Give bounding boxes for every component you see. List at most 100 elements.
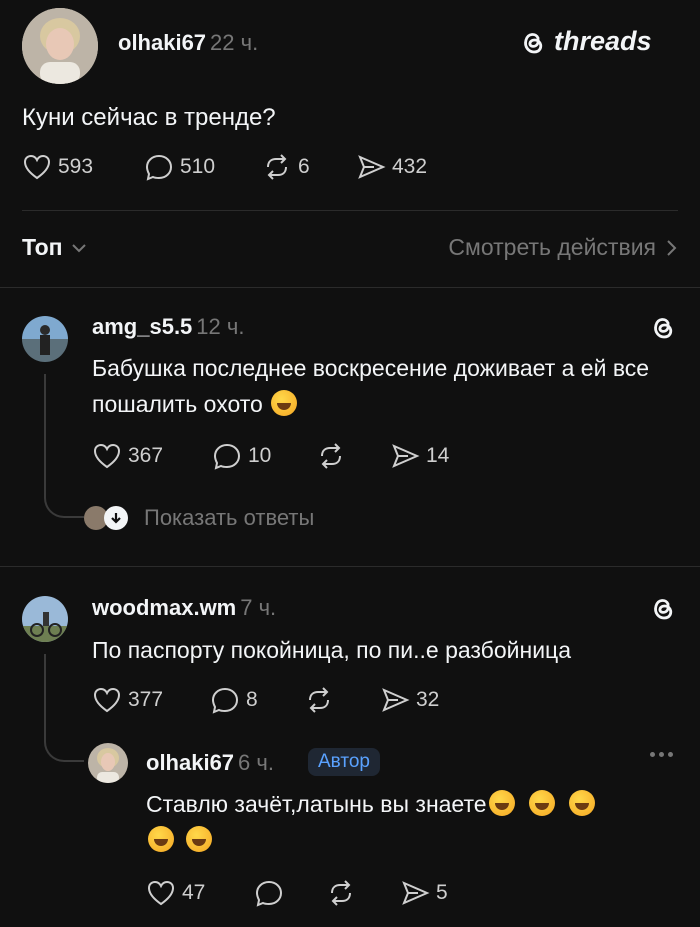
replier-avatars (84, 505, 130, 531)
post-text: Куни сейчас в тренде? (22, 104, 276, 131)
comment-avatar[interactable] (22, 316, 68, 362)
like-count: 47 (182, 881, 206, 904)
show-replies-label: Показать ответы (144, 505, 315, 530)
replies-down-icon (104, 506, 128, 530)
repost-icon (267, 154, 287, 180)
repost-button[interactable] (316, 441, 352, 471)
post-author-name[interactable]: olhaki67 (118, 30, 206, 55)
comment-button[interactable]: 8 (210, 685, 258, 715)
repost-button[interactable] (326, 878, 362, 908)
chevron-down-icon (71, 243, 86, 252)
thread-line (44, 654, 46, 738)
share-button[interactable]: 14 (390, 441, 449, 471)
sort-label: Топ (22, 234, 63, 260)
thread-line (44, 374, 46, 492)
reply-time: 6 ч. (238, 750, 274, 775)
comment-author-name[interactable]: amg_s5.5 (92, 314, 192, 339)
share-count: 5 (436, 881, 448, 904)
heart-icon (23, 154, 51, 180)
laughing-emoji-icon (271, 390, 298, 416)
comment-text-body: Бабушка последнее воскресение доживает а… (92, 355, 650, 417)
comment-count: 10 (248, 444, 272, 467)
view-activity-link[interactable]: Смотреть действия (448, 234, 678, 261)
divider (22, 210, 678, 211)
repost-icon (331, 880, 351, 906)
reply-author[interactable]: olhaki67 6 ч. (146, 750, 274, 776)
comment-button[interactable]: 10 (212, 441, 271, 471)
comment-author-name[interactable]: woodmax.wm (92, 595, 236, 620)
comment-button[interactable] (254, 878, 290, 908)
comment-time: 12 ч. (196, 314, 245, 339)
heart-icon (93, 443, 121, 469)
like-count: 377 (128, 688, 164, 711)
share-button[interactable]: 432 (356, 152, 427, 182)
threads-wordmark: threads (554, 26, 652, 56)
divider (0, 287, 700, 288)
avatar-image (22, 596, 68, 642)
avatar-image (22, 316, 68, 362)
send-icon (358, 155, 386, 179)
laughing-emoji-icon (186, 826, 213, 852)
divider (0, 566, 700, 567)
send-icon (382, 688, 410, 712)
share-button[interactable]: 5 (400, 878, 448, 908)
avatar-image (22, 8, 98, 84)
post-time: 22 ч. (210, 30, 259, 55)
reply-text: Ставлю зачёт,латынь вы знаете (146, 786, 666, 858)
comment-time: 7 ч. (240, 595, 277, 620)
reply-avatar[interactable] (88, 743, 128, 783)
send-icon (402, 881, 430, 905)
avatar[interactable] (22, 8, 98, 84)
reply-text-body: Ставлю зачёт,латынь вы знаете (146, 791, 487, 817)
comment-button[interactable]: 510 (144, 152, 215, 182)
comment-author[interactable]: amg_s5.5 12 ч. (92, 314, 244, 340)
repost-icon (309, 687, 329, 713)
repost-count: 6 (298, 155, 310, 178)
repost-button[interactable] (304, 685, 340, 715)
like-button[interactable]: 367 (92, 441, 163, 471)
thread-curve (44, 488, 84, 518)
post-author[interactable]: olhaki67 22 ч. (118, 30, 258, 56)
comment-text: Бабушка последнее воскресение доживает а… (92, 350, 672, 422)
show-replies-button[interactable]: Показать ответы (84, 505, 314, 531)
comment-icon (145, 154, 173, 181)
like-count: 593 (58, 155, 94, 178)
send-icon (392, 444, 420, 468)
like-button[interactable]: 47 (146, 878, 205, 908)
share-count: 32 (416, 688, 440, 711)
share-count: 432 (392, 155, 428, 178)
avatar-image (88, 743, 128, 783)
comment-count: 8 (246, 688, 258, 711)
threads-icon (524, 32, 543, 53)
comment-icon (255, 880, 283, 907)
thread-curve (44, 732, 84, 762)
comment-author[interactable]: woodmax.wm 7 ч. (92, 595, 276, 621)
sort-dropdown[interactable]: Топ (22, 234, 87, 261)
laughing-emoji-icon (569, 790, 596, 816)
threads-icon[interactable] (648, 593, 678, 623)
like-button[interactable]: 377 (92, 685, 163, 715)
threads-icon[interactable] (648, 312, 678, 342)
share-count: 14 (426, 444, 450, 467)
comment-count: 510 (180, 155, 216, 178)
threads-logo[interactable]: threads (518, 26, 652, 57)
laughing-emoji-icon (528, 790, 555, 816)
laughing-emoji-icon (148, 826, 174, 852)
reply-author-name[interactable]: olhaki67 (146, 750, 234, 775)
author-badge: Автор (308, 748, 380, 776)
view-activity-label: Смотреть действия (448, 234, 656, 260)
comment-text: По паспорту покойница, по пи..е разбойни… (92, 637, 572, 663)
comment-icon (211, 687, 239, 714)
more-icon (650, 752, 673, 757)
heart-icon (147, 880, 175, 906)
laughing-emoji-icon (488, 790, 515, 816)
repost-button[interactable]: 6 (262, 152, 310, 182)
share-button[interactable]: 32 (380, 685, 439, 715)
like-button[interactable]: 593 (22, 152, 93, 182)
more-options-button[interactable] (650, 752, 673, 757)
like-count: 367 (128, 444, 164, 467)
heart-icon (93, 687, 121, 713)
comment-avatar[interactable] (22, 596, 68, 642)
chevron-right-icon (667, 239, 677, 256)
repost-icon (321, 443, 341, 469)
